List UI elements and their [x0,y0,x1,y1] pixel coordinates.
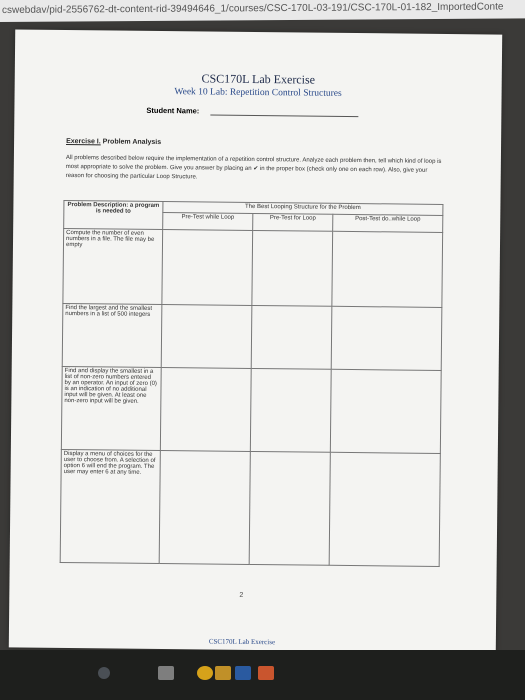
answer-cell[interactable] [160,367,252,452]
problem-desc: Display a menu of choices for the user t… [60,449,161,564]
loop-table: Problem Description: a program is needed… [60,200,444,567]
word-icon[interactable] [235,666,251,680]
answer-cell[interactable] [331,231,443,308]
doc-footer: CSC170L Lab Exercise [208,637,276,647]
answer-cell[interactable] [329,452,441,567]
col-header-dowhile: Post-Test do..while Loop [332,214,443,233]
exercise-label: Exercise I. [66,138,101,146]
folder-icon[interactable] [215,666,231,680]
instructions-text: All problems described below require the… [65,155,442,181]
powerpoint-icon[interactable] [258,666,274,680]
page-number: 2 [239,591,244,599]
answer-cell[interactable] [159,450,251,565]
exercise-title: Problem Analysis [102,138,162,147]
document-page: CSC170L Lab Exercise Week 10 Lab: Repeti… [8,29,503,653]
table-row: Find and display the smallest in a list … [61,366,442,454]
problem-desc: Find the largest and the smallest number… [62,303,162,368]
student-name-label: Student Name: [146,105,200,116]
answer-cell[interactable] [161,229,253,306]
answer-cell[interactable] [161,304,253,369]
answer-cell[interactable] [330,369,442,454]
taskbar [0,650,525,700]
desc-header: Problem Description: a program is needed… [67,202,160,215]
store-icon[interactable] [158,666,174,680]
url-text: cswebdav/pid-2556762-dt-content-rid-3949… [2,1,504,16]
chrome-icon[interactable] [197,666,213,680]
desc-header-cell: Problem Description: a program is needed… [63,200,163,230]
answer-cell[interactable] [331,306,442,371]
exercise-heading: Exercise I. Problem Analysis [66,138,161,146]
answer-cell[interactable] [251,305,332,370]
col-header-for: Pre-Test for Loop [252,213,333,232]
table-row: Find the largest and the smallest number… [62,303,442,371]
answer-cell[interactable] [250,368,332,453]
edge-icon[interactable] [98,667,110,679]
problem-desc: Compute the number of even numbers in a … [62,228,163,305]
student-name-line [210,114,359,118]
col-header-while: Pre-Test while Loop [162,212,254,231]
problem-desc: Find and display the smallest in a list … [61,366,162,451]
answer-cell[interactable] [252,230,333,307]
answer-cell[interactable] [249,451,331,566]
table-row: Compute the number of even numbers in a … [62,228,443,308]
table-row: Display a menu of choices for the user t… [60,449,441,567]
browser-address-bar[interactable]: cswebdav/pid-2556762-dt-content-rid-3949… [0,0,525,23]
